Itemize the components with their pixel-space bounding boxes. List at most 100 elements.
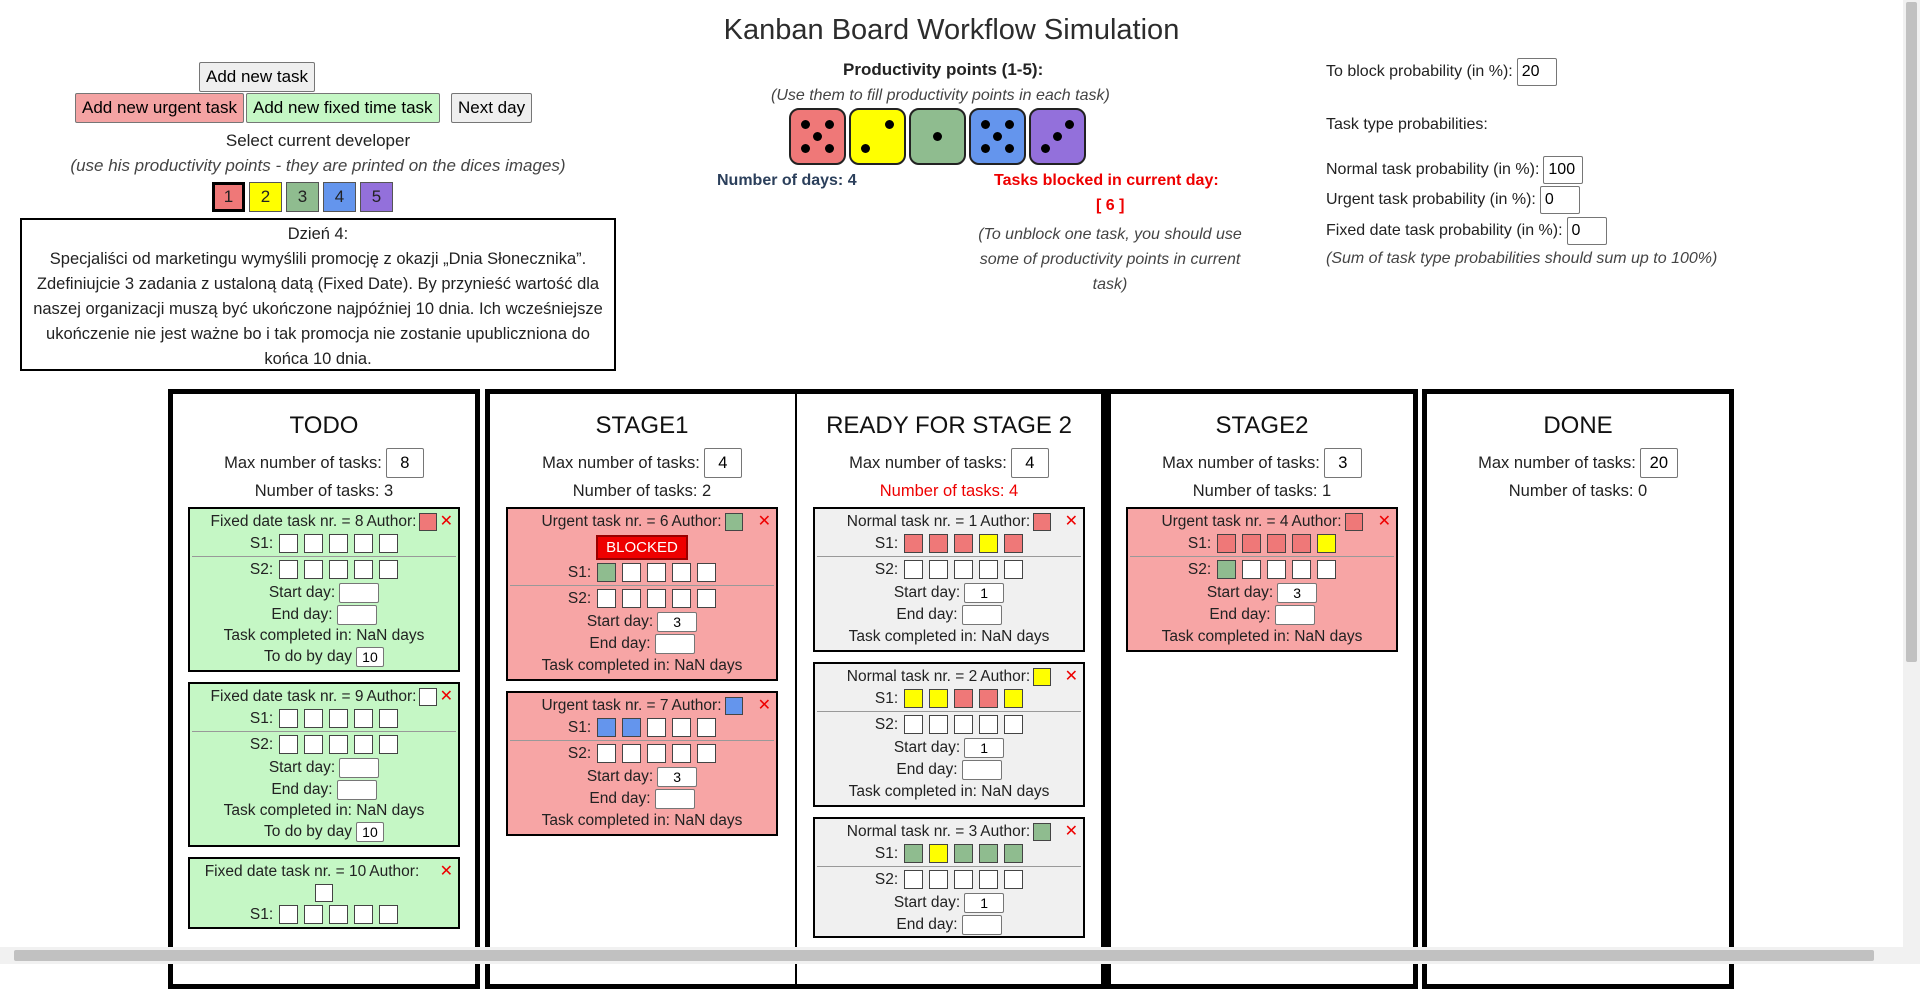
s1-point[interactable] <box>954 689 974 708</box>
s1-point[interactable] <box>929 844 949 863</box>
s2-point[interactable] <box>279 735 299 754</box>
s1-point[interactable] <box>1004 689 1024 708</box>
close-icon[interactable]: ✕ <box>440 861 453 881</box>
end-day-input[interactable] <box>1274 605 1315 625</box>
close-icon[interactable]: ✕ <box>1065 666 1078 686</box>
s2-point[interactable] <box>697 744 717 763</box>
add-task-button[interactable]: Add new task <box>199 62 316 92</box>
s2-point[interactable] <box>647 744 667 763</box>
s2-point[interactable] <box>1004 870 1024 889</box>
s1-point[interactable] <box>904 689 924 708</box>
s1-point[interactable] <box>304 905 324 925</box>
start-day-input[interactable] <box>964 893 1005 913</box>
s1-point[interactable] <box>329 905 349 925</box>
s2-point[interactable] <box>954 560 974 579</box>
s2-point[interactable] <box>929 870 949 889</box>
add-urgent-task-button[interactable]: Add new urgent task <box>75 93 244 123</box>
end-day-input[interactable] <box>961 605 1002 625</box>
s1-point[interactable] <box>954 534 974 553</box>
start-day-input[interactable] <box>1277 583 1318 603</box>
s2-point[interactable] <box>1004 560 1024 579</box>
close-icon[interactable]: ✕ <box>758 695 771 715</box>
end-day-input[interactable] <box>336 780 377 800</box>
s1-point[interactable] <box>1004 844 1024 863</box>
developer-4-button[interactable]: 4 <box>323 182 356 212</box>
die-5-icon[interactable] <box>1029 108 1086 165</box>
s2-point[interactable] <box>672 589 692 608</box>
s2-point[interactable] <box>954 870 974 889</box>
s1-point[interactable] <box>979 844 999 863</box>
s1-point[interactable] <box>622 718 642 737</box>
fixed-probability-input[interactable] <box>1566 217 1607 245</box>
task-card-8[interactable]: ✕ Fixed date task nr. = 8 Author: S1: S2:… <box>188 507 460 672</box>
s2-point[interactable] <box>954 715 974 734</box>
die-4-icon[interactable] <box>969 108 1026 165</box>
close-icon[interactable]: ✕ <box>1378 511 1391 531</box>
task-card-urgent-6[interactable]: ✕ Urgent task nr. = 6 Author: BLOCKED S1:… <box>506 507 778 681</box>
todo-max-input[interactable] <box>385 448 424 478</box>
task-card-normal-3[interactable]: ✕ Normal task nr. = 3 Author: S1: S2: Sta… <box>813 817 1085 938</box>
vertical-scroll-thumb[interactable] <box>1906 2 1917 662</box>
add-fixed-task-button[interactable]: Add new fixed time task <box>246 93 440 123</box>
s1-point[interactable] <box>904 534 924 553</box>
s1-point[interactable] <box>622 563 642 582</box>
s2-point[interactable] <box>279 560 299 579</box>
s1-point[interactable] <box>354 905 374 925</box>
s1-point[interactable] <box>1267 534 1287 553</box>
s1-point[interactable] <box>1217 534 1237 553</box>
s1-point[interactable] <box>279 534 299 553</box>
close-icon[interactable]: ✕ <box>758 511 771 531</box>
s2-point[interactable] <box>929 715 949 734</box>
s2-point[interactable] <box>354 560 374 579</box>
todo-by-input[interactable] <box>355 647 384 667</box>
task-card-normal-1[interactable]: ✕ Normal task nr. = 1 Author: S1: S2: Sta… <box>813 507 1085 652</box>
developer-1-button[interactable]: 1 <box>212 182 245 212</box>
s2-point[interactable] <box>329 560 349 579</box>
end-day-input[interactable] <box>654 634 695 654</box>
s2-point[interactable] <box>904 715 924 734</box>
horizontal-scroll-thumb[interactable] <box>14 950 1874 961</box>
s2-point[interactable] <box>1242 560 1262 579</box>
blocked-badge[interactable]: BLOCKED <box>596 535 688 560</box>
s2-point[interactable] <box>622 744 642 763</box>
s1-point[interactable] <box>979 534 999 553</box>
s1-point[interactable] <box>697 718 717 737</box>
developer-5-button[interactable]: 5 <box>360 182 393 212</box>
s1-point[interactable] <box>304 534 324 553</box>
task-card-urgent-7[interactable]: ✕ Urgent task nr. = 7 Author: S1: S2: Sta… <box>506 691 778 836</box>
die-2-icon[interactable] <box>849 108 906 165</box>
s2-point[interactable] <box>622 589 642 608</box>
s1-point[interactable] <box>672 718 692 737</box>
close-icon[interactable]: ✕ <box>1065 511 1078 531</box>
die-1-icon[interactable] <box>789 108 846 165</box>
s1-point[interactable] <box>329 534 349 553</box>
developer-3-button[interactable]: 3 <box>286 182 319 212</box>
s2-point[interactable] <box>597 744 617 763</box>
s1-point[interactable] <box>279 709 299 728</box>
end-day-input[interactable] <box>961 915 1002 935</box>
stage1-max-input[interactable] <box>703 448 742 478</box>
s2-point[interactable] <box>929 560 949 579</box>
s1-point[interactable] <box>1317 534 1337 553</box>
task-card-10[interactable]: ✕ Fixed date task nr. = 10 Author: S1: <box>188 857 460 930</box>
close-icon[interactable]: ✕ <box>1065 821 1078 841</box>
s1-point[interactable] <box>329 709 349 728</box>
s1-point[interactable] <box>672 563 692 582</box>
stage2-max-input[interactable] <box>1323 448 1362 478</box>
s2-point[interactable] <box>904 560 924 579</box>
s1-point[interactable] <box>597 563 617 582</box>
start-day-input[interactable] <box>339 758 380 778</box>
s1-point[interactable] <box>647 563 667 582</box>
s2-point[interactable] <box>697 589 717 608</box>
s2-point[interactable] <box>304 735 324 754</box>
start-day-input[interactable] <box>964 738 1005 758</box>
s1-point[interactable] <box>379 905 399 925</box>
normal-probability-input[interactable] <box>1543 156 1584 184</box>
vertical-scrollbar[interactable] <box>1903 0 1920 964</box>
start-day-input[interactable] <box>339 583 380 603</box>
s2-point[interactable] <box>379 560 399 579</box>
s1-point[interactable] <box>647 718 667 737</box>
s1-point[interactable] <box>354 709 374 728</box>
s1-point[interactable] <box>597 718 617 737</box>
end-day-input[interactable] <box>336 605 377 625</box>
